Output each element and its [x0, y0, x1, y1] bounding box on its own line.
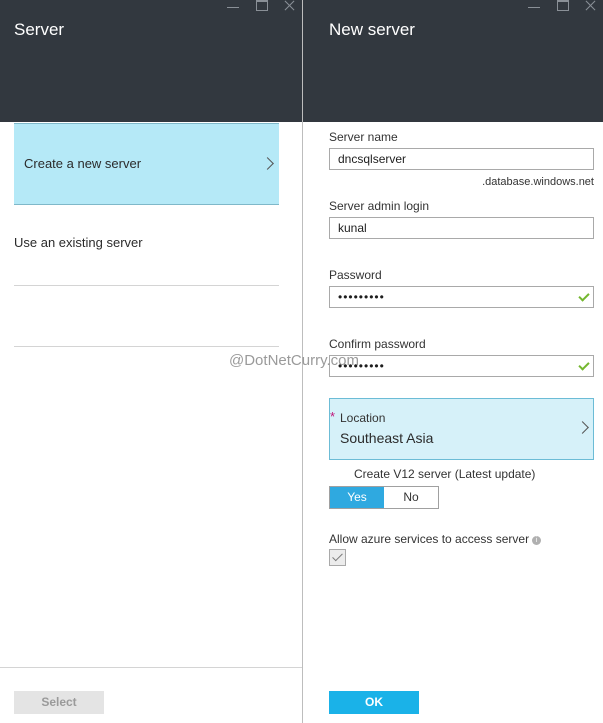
confirm-password-label: Confirm password — [329, 337, 426, 351]
watermark: @DotNetCurry.com — [229, 352, 359, 369]
select-button[interactable]: Select — [14, 691, 104, 714]
location-value: Southeast Asia — [340, 430, 434, 446]
option-empty — [14, 286, 279, 347]
maximize-icon[interactable] — [254, 0, 268, 14]
v12-toggle: Yes No — [329, 486, 439, 509]
window-controls — [527, 0, 597, 14]
admin-login-label: Server admin login — [329, 199, 430, 213]
server-name-suffix: .database.windows.net — [482, 176, 594, 188]
option-use-existing-server[interactable]: Use an existing server — [14, 205, 279, 286]
allow-azure-checkbox[interactable] — [329, 549, 346, 566]
location-selector[interactable]: * Location Southeast Asia — [329, 398, 594, 460]
v12-yes-option[interactable]: Yes — [330, 487, 384, 508]
footer-divider — [0, 667, 302, 668]
close-icon[interactable] — [583, 0, 597, 14]
allow-azure-text: Allow azure services to access server — [329, 532, 530, 546]
chevron-right-icon — [576, 421, 589, 434]
checkmark-icon — [578, 290, 590, 302]
blade-title: New server — [329, 20, 415, 39]
blade-title: Server — [14, 20, 65, 39]
option-label: Use an existing server — [14, 235, 143, 250]
password-input[interactable]: ••••••••• — [329, 286, 594, 308]
confirm-password-input[interactable]: ••••••••• — [329, 355, 594, 377]
close-icon[interactable] — [282, 0, 296, 14]
new-server-blade-header: New server — [303, 0, 603, 122]
minimize-icon[interactable] — [527, 0, 541, 14]
chevron-right-icon — [261, 157, 274, 170]
maximize-icon[interactable] — [555, 0, 569, 14]
option-label: Create a new server — [24, 156, 142, 171]
v12-no-option[interactable]: No — [384, 487, 438, 508]
option-create-new-server[interactable]: Create a new server — [14, 123, 279, 205]
location-label: Location — [340, 411, 386, 425]
minimize-icon[interactable] — [226, 0, 240, 14]
admin-login-input[interactable]: kunal — [329, 217, 594, 239]
password-label: Password — [329, 268, 382, 282]
server-name-label: Server name — [329, 130, 398, 144]
server-blade-header: Server — [0, 0, 302, 122]
required-marker: * — [330, 409, 336, 424]
window-controls — [226, 0, 296, 14]
allow-azure-label: Allow azure services to access server i — [329, 532, 542, 546]
v12-label: Create V12 server (Latest update) — [354, 467, 536, 481]
checkmark-icon — [578, 359, 590, 371]
server-name-input[interactable]: dncsqlserver — [329, 148, 594, 170]
ok-button[interactable]: OK — [329, 691, 419, 714]
info-icon[interactable]: i — [532, 536, 542, 545]
password-value: ••••••••• — [338, 290, 385, 304]
